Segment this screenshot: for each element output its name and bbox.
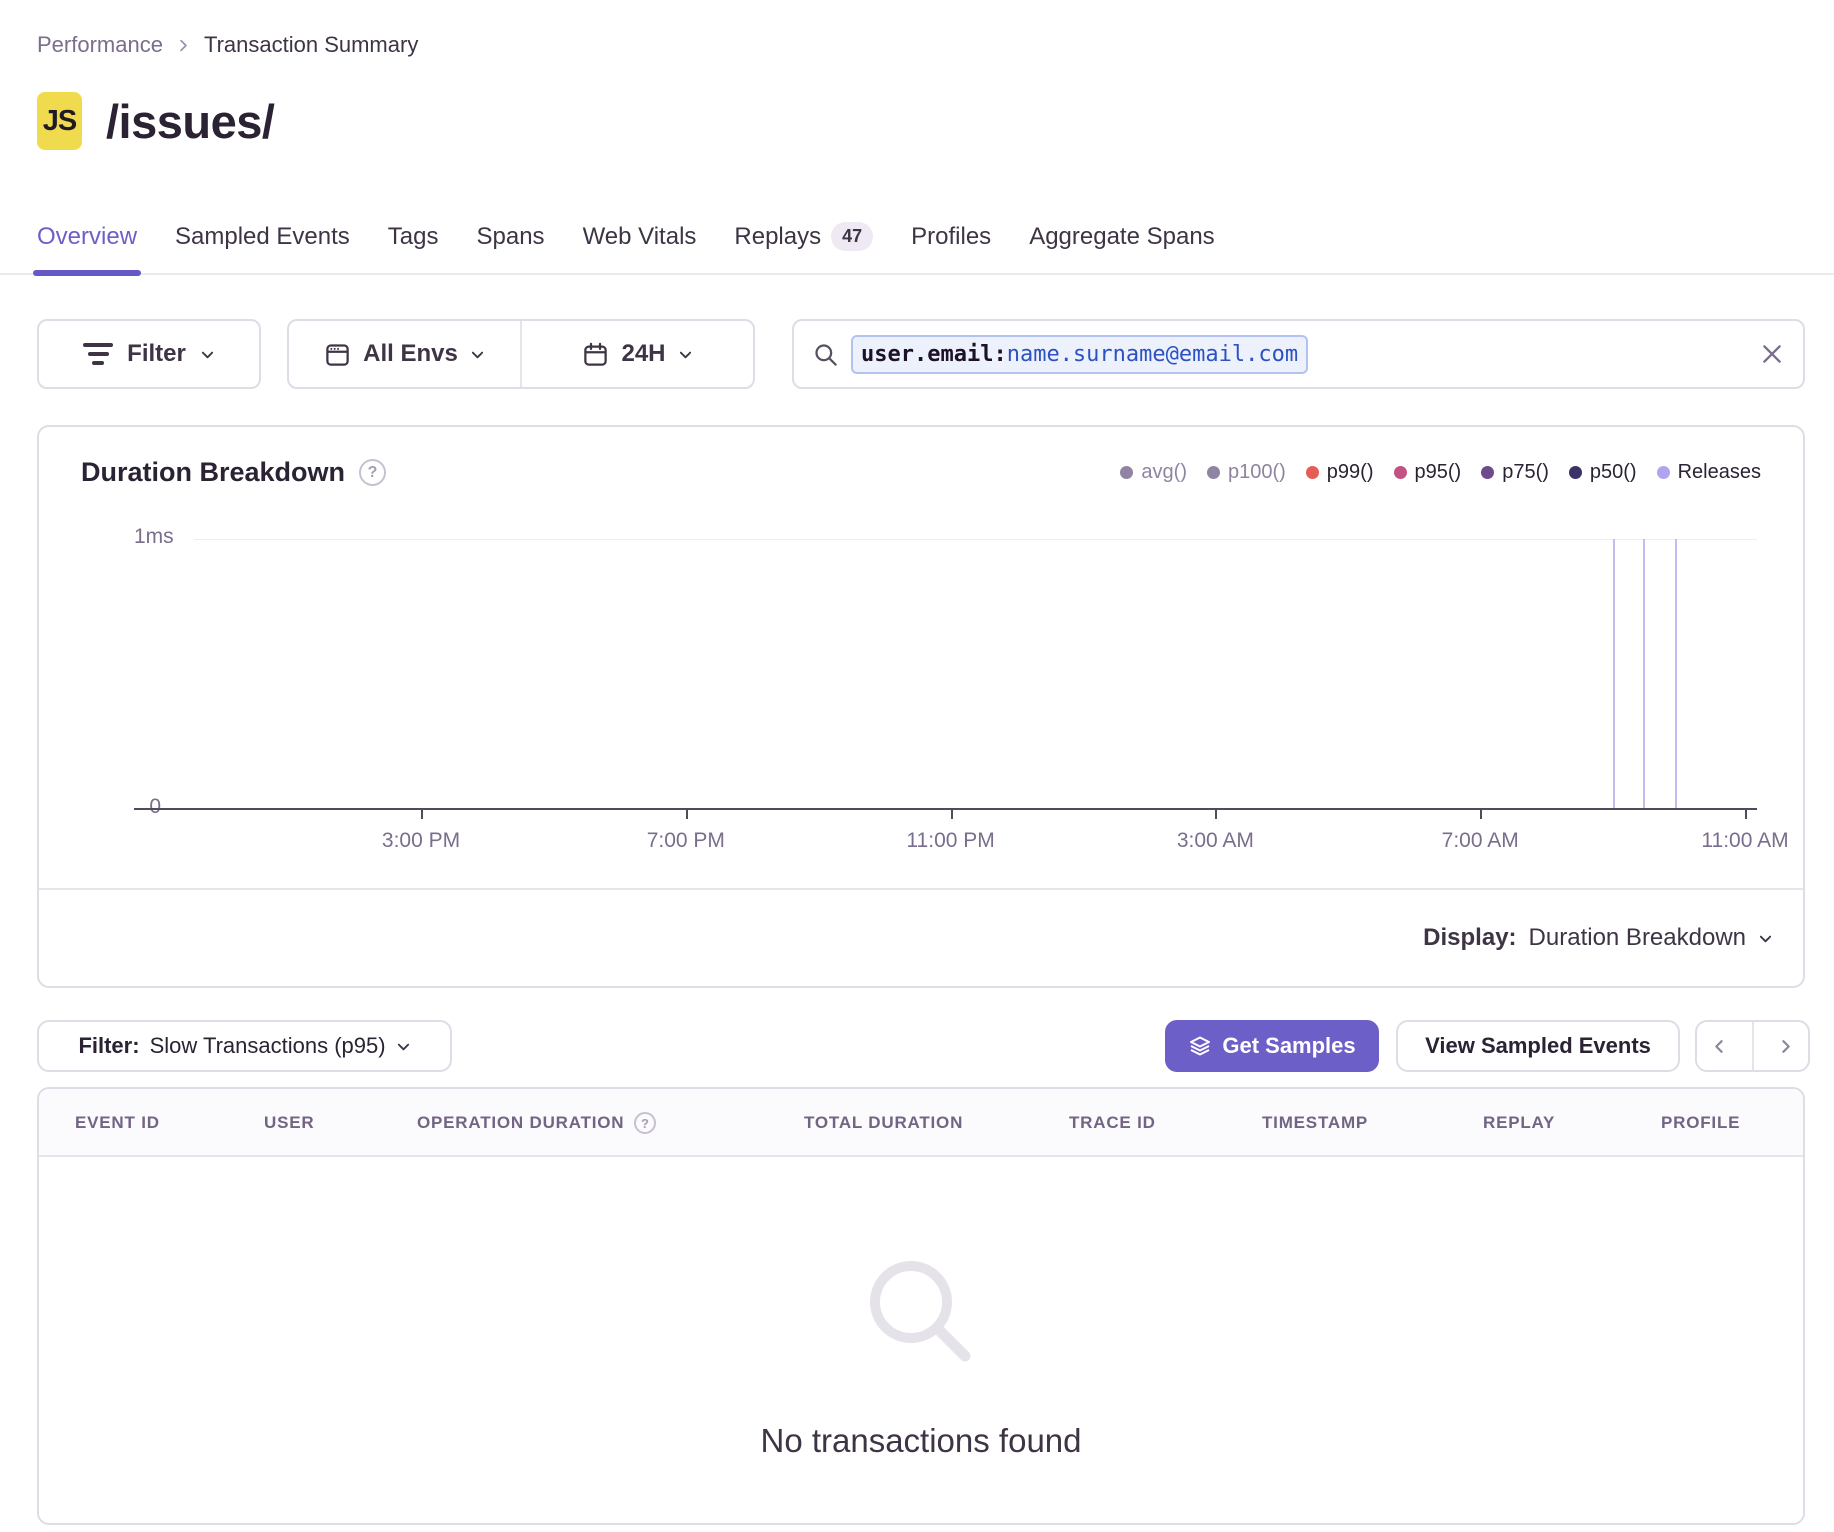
column-header-timestamp: Timestamp	[1262, 1089, 1368, 1157]
pagination	[1695, 1020, 1810, 1072]
search-query-token[interactable]: user.email:name.surname@email.com	[851, 335, 1308, 374]
x-axis-label: 3:00 PM	[382, 829, 460, 853]
x-tick-mark	[421, 810, 423, 819]
tab-spans[interactable]: Spans	[477, 223, 545, 273]
tab-aggregate-spans[interactable]: Aggregate Spans	[1029, 223, 1214, 273]
environment-time-selector: All Envs 24H	[287, 319, 755, 389]
layers-icon	[1188, 1034, 1212, 1058]
display-mode-dropdown[interactable]: Display: Duration Breakdown	[1423, 924, 1773, 952]
search-input[interactable]: user.email:name.surname@email.com	[792, 319, 1805, 389]
get-samples-button[interactable]: Get Samples	[1165, 1020, 1379, 1072]
column-header-profile: Profile	[1661, 1089, 1740, 1157]
view-sampled-events-button[interactable]: View Sampled Events	[1396, 1020, 1680, 1072]
breadcrumb-current: Transaction Summary	[204, 32, 418, 58]
tab-tags[interactable]: Tags	[388, 223, 439, 273]
divider	[1752, 1022, 1754, 1070]
release-line	[1613, 539, 1615, 808]
platform-js-badge: JS	[37, 92, 82, 150]
samples-filter-dropdown[interactable]: Filter: Slow Transactions (p95)	[37, 1020, 452, 1072]
calendar-icon	[582, 341, 609, 368]
chart-footer: Display: Duration Breakdown	[39, 888, 1803, 986]
chevron-down-icon	[396, 1039, 411, 1054]
breadcrumb-performance-link[interactable]: Performance	[37, 32, 163, 58]
search-token-key: user.email:	[861, 342, 1007, 367]
search-icon	[812, 341, 839, 368]
x-tick-mark	[686, 810, 688, 819]
tab-web-vitals[interactable]: Web Vitals	[583, 223, 697, 273]
chevron-left-icon	[1711, 1038, 1728, 1055]
column-header-operation-duration: Operation Duration ?	[417, 1089, 656, 1157]
x-tick-mark	[1480, 810, 1482, 819]
filter-icon	[83, 343, 113, 365]
transactions-table: Event ID User Operation Duration ? Total…	[37, 1087, 1805, 1525]
filter-toolbar: Filter All Envs 24H user.email:name.surn…	[0, 319, 1834, 389]
x-axis-label: 11:00 PM	[906, 829, 994, 853]
tab-profiles[interactable]: Profiles	[911, 223, 991, 273]
x-tick-mark	[1215, 810, 1217, 819]
samples-toolbar: Filter: Slow Transactions (p95) Get Samp…	[0, 1020, 1834, 1072]
page-title: /issues/	[106, 94, 274, 149]
transaction-summary-page: Performance Transaction Summary JS /issu…	[0, 0, 1834, 1532]
tab-bar: Overview Sampled Events Tags Spans Web V…	[0, 206, 1834, 275]
window-icon	[324, 341, 351, 368]
filter-button[interactable]: Filter	[37, 319, 261, 389]
next-page-button[interactable]	[1764, 1022, 1809, 1070]
x-axis-label: 11:00 AM	[1701, 829, 1788, 853]
breadcrumb: Performance Transaction Summary	[37, 32, 418, 58]
chevron-right-icon	[177, 39, 190, 52]
tab-sampled-events[interactable]: Sampled Events	[175, 223, 350, 273]
table-header-row: Event ID User Operation Duration ? Total…	[39, 1089, 1803, 1157]
chevron-right-icon	[1777, 1038, 1794, 1055]
tab-overview[interactable]: Overview	[37, 223, 137, 273]
duration-breakdown-panel: Duration Breakdown ? avg() p100() p99() …	[37, 425, 1805, 988]
x-tick-mark	[951, 810, 953, 819]
empty-state-text: No transactions found	[760, 1422, 1081, 1460]
release-line	[1643, 539, 1645, 808]
x-axis-label: 7:00 PM	[647, 829, 725, 853]
column-header-replay: Replay	[1483, 1089, 1555, 1157]
clear-search-icon[interactable]	[1759, 341, 1785, 367]
time-range-selector[interactable]: 24H	[522, 321, 753, 387]
x-axis-label: 3:00 AM	[1177, 829, 1254, 853]
y-axis-zero-label: 0	[134, 795, 161, 819]
chevron-down-icon	[200, 347, 215, 362]
y-axis-max-label: 1ms	[134, 525, 174, 549]
empty-state: No transactions found	[39, 1157, 1803, 1523]
environment-selector[interactable]: All Envs	[289, 321, 520, 387]
page-header: JS /issues/	[37, 92, 274, 150]
column-header-event-id: Event ID	[75, 1089, 160, 1157]
tab-replays[interactable]: Replays47	[734, 222, 873, 273]
x-axis-label: 7:00 AM	[1442, 829, 1519, 853]
chevron-down-icon	[678, 347, 693, 362]
gridline	[194, 539, 1757, 540]
chevron-down-icon	[1758, 931, 1773, 946]
search-empty-icon	[861, 1252, 981, 1372]
column-header-user: User	[264, 1089, 314, 1157]
release-line	[1675, 539, 1677, 808]
x-tick-mark	[1745, 810, 1747, 819]
chevron-down-icon	[470, 347, 485, 362]
help-icon[interactable]: ?	[634, 1112, 656, 1134]
x-axis-line	[134, 808, 1757, 810]
replays-count-badge: 47	[831, 222, 873, 251]
column-header-total-duration: Total Duration	[804, 1089, 963, 1157]
search-token-value: name.surname@email.com	[1007, 342, 1298, 367]
column-header-trace-id: Trace ID	[1069, 1089, 1156, 1157]
previous-page-button[interactable]	[1697, 1022, 1742, 1070]
